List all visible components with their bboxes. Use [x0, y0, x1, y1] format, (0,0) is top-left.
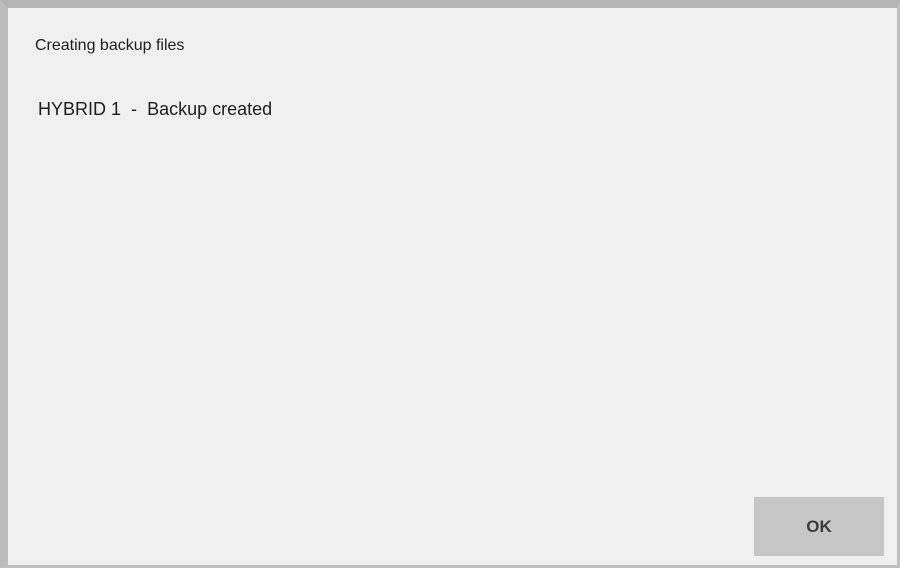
- status-separator: -: [126, 99, 143, 119]
- ok-button[interactable]: OK: [754, 497, 884, 556]
- device-name: HYBRID 1: [38, 99, 122, 119]
- backup-dialog: Creating backup files HYBRID 1 - Backup …: [0, 0, 900, 568]
- dialog-title: Creating backup files: [35, 37, 185, 54]
- status-message: Backup created: [147, 99, 273, 119]
- backup-status-line: HYBRID 1 - Backup created: [38, 99, 272, 120]
